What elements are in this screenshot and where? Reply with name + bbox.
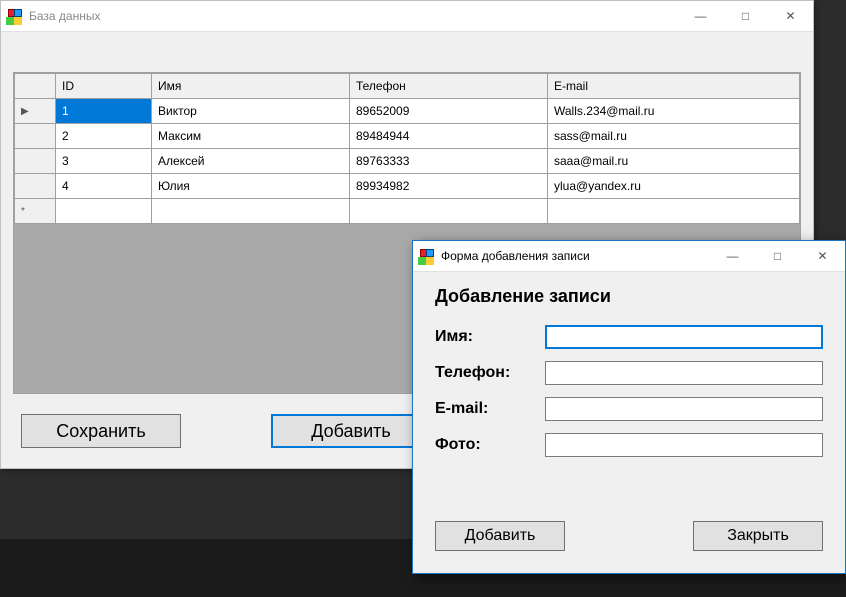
main-titlebar[interactable]: База данных — □ ✕ [1, 1, 813, 32]
col-header-id[interactable]: ID [56, 74, 152, 99]
main-button-bar: Сохранить Добавить [21, 414, 431, 448]
cell-email[interactable]: sass@mail.ru [548, 124, 800, 149]
dialog-close-action[interactable]: Закрыть [693, 521, 823, 551]
cell-empty[interactable] [56, 199, 152, 224]
label-photo: Фото: [435, 436, 545, 454]
maximize-icon: □ [774, 249, 781, 263]
app-icon [7, 8, 23, 24]
dialog-close-button[interactable]: ✕ [800, 241, 845, 271]
label-phone: Телефон: [435, 364, 545, 382]
table-row[interactable]: ▶1Виктор89652009Walls.234@mail.ru [15, 99, 800, 124]
cell-phone[interactable]: 89484944 [350, 124, 548, 149]
cell-empty[interactable] [350, 199, 548, 224]
cell-name[interactable]: Алексей [152, 149, 350, 174]
dialog-add-button[interactable]: Добавить [435, 521, 565, 551]
input-email[interactable] [545, 397, 823, 421]
row-header[interactable] [15, 149, 56, 174]
form-row-phone: Телефон: [435, 361, 823, 385]
grid-corner [15, 74, 56, 99]
maximize-icon: □ [742, 9, 749, 23]
cell-phone[interactable]: 89763333 [350, 149, 548, 174]
col-header-name[interactable]: Имя [152, 74, 350, 99]
col-header-email[interactable]: E-mail [548, 74, 800, 99]
col-header-phone[interactable]: Телефон [350, 74, 548, 99]
table-row[interactable]: 4Юлия89934982ylua@yandex.ru [15, 174, 800, 199]
main-window-title: База данных [29, 9, 678, 23]
close-button[interactable]: ✕ [768, 1, 813, 31]
cell-id[interactable]: 1 [56, 99, 152, 124]
cell-id[interactable]: 3 [56, 149, 152, 174]
close-icon: ✕ [817, 249, 827, 263]
dialog-minimize-button[interactable]: — [710, 241, 755, 271]
form-row-email: E-mail: [435, 397, 823, 421]
table-row[interactable]: 3Алексей89763333saaa@mail.ru [15, 149, 800, 174]
app-icon [419, 248, 435, 264]
minimize-icon: — [727, 249, 739, 263]
cell-id[interactable]: 2 [56, 124, 152, 149]
row-header[interactable] [15, 174, 56, 199]
cell-phone[interactable]: 89934982 [350, 174, 548, 199]
save-button[interactable]: Сохранить [21, 414, 181, 448]
cell-email[interactable]: ylua@yandex.ru [548, 174, 800, 199]
dialog-heading: Добавление записи [435, 286, 823, 307]
minimize-button[interactable]: — [678, 1, 723, 31]
cell-id[interactable]: 4 [56, 174, 152, 199]
maximize-button[interactable]: □ [723, 1, 768, 31]
dialog-button-bar: Добавить Закрыть [435, 521, 823, 551]
close-icon: ✕ [785, 9, 795, 23]
form-row-name: Имя: [435, 325, 823, 349]
cell-name[interactable]: Максим [152, 124, 350, 149]
add-button[interactable]: Добавить [271, 414, 431, 448]
row-header[interactable]: ▶ [15, 99, 56, 124]
dialog-titlebar[interactable]: Форма добавления записи — □ ✕ [413, 241, 845, 272]
cell-empty[interactable] [152, 199, 350, 224]
grid-header-row: ID Имя Телефон E-mail [15, 74, 800, 99]
cell-email[interactable]: Walls.234@mail.ru [548, 99, 800, 124]
cell-name[interactable]: Юлия [152, 174, 350, 199]
input-name[interactable] [545, 325, 823, 349]
row-header[interactable] [15, 124, 56, 149]
form-row-photo: Фото: [435, 433, 823, 457]
table-new-row[interactable]: * [15, 199, 800, 224]
cell-email[interactable]: saaa@mail.ru [548, 149, 800, 174]
row-header-new[interactable]: * [15, 199, 56, 224]
dialog-title: Форма добавления записи [441, 249, 710, 263]
input-photo[interactable] [545, 433, 823, 457]
label-name: Имя: [435, 328, 545, 346]
label-email: E-mail: [435, 400, 545, 418]
cell-phone[interactable]: 89652009 [350, 99, 548, 124]
input-phone[interactable] [545, 361, 823, 385]
table-row[interactable]: 2Максим89484944sass@mail.ru [15, 124, 800, 149]
cell-empty[interactable] [548, 199, 800, 224]
add-record-dialog: Форма добавления записи — □ ✕ Добавление… [412, 240, 846, 574]
dialog-maximize-button[interactable]: □ [755, 241, 800, 271]
cell-name[interactable]: Виктор [152, 99, 350, 124]
minimize-icon: — [695, 9, 707, 23]
